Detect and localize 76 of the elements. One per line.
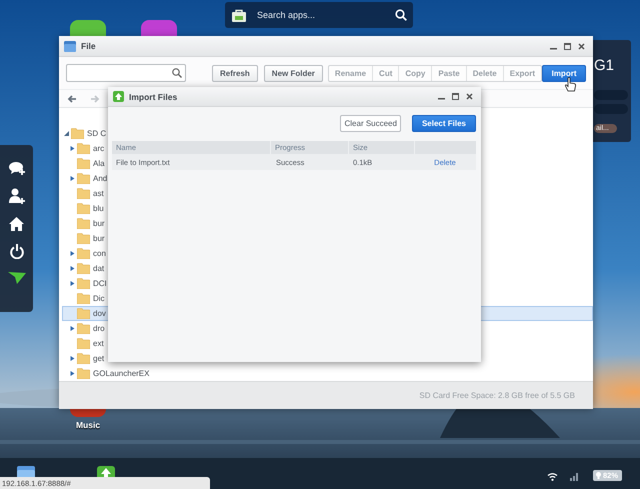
folder-icon (77, 338, 90, 349)
toolbar-button[interactable]: Import (542, 64, 586, 82)
tree-item-label[interactable]: Dic (93, 294, 105, 303)
upload-icon (113, 91, 124, 102)
panel-title: G1 (594, 57, 614, 74)
status-text: SD Card Free Space: 2.8 GB free of 5.5 GB (419, 391, 575, 400)
expand-arrow-icon[interactable] (70, 146, 75, 151)
expand-arrow-icon[interactable] (70, 356, 75, 361)
folder-icon (77, 203, 90, 214)
shopping-bag-icon (232, 8, 246, 22)
tree-item-label[interactable]: ast (93, 189, 104, 198)
panel-bar (594, 104, 628, 114)
signal-icon (570, 471, 580, 481)
app-label[interactable]: Music (60, 420, 116, 430)
folder-icon (77, 233, 90, 244)
tree-item-label[interactable]: dro (93, 324, 105, 333)
folder-icon (64, 40, 76, 52)
wifi-icon (547, 472, 558, 481)
tree-item-label[interactable]: blu (93, 204, 104, 213)
folder-icon (77, 143, 90, 154)
expand-arrow-icon[interactable] (70, 176, 75, 181)
tree-item-label[interactable]: dat (93, 264, 104, 273)
folder-icon (77, 263, 90, 274)
home-icon[interactable] (9, 217, 24, 231)
tree-item-label[interactable]: ext (93, 339, 104, 348)
folder-icon (77, 278, 90, 289)
folder-icon (77, 188, 90, 199)
folder-icon (77, 323, 90, 334)
expand-arrow-icon[interactable] (70, 266, 75, 271)
close-icon[interactable] (578, 42, 585, 50)
chat-plus-icon[interactable] (8, 161, 24, 175)
tree-item-label[interactable]: arc (93, 144, 104, 153)
tree-item-label[interactable]: con (93, 249, 106, 258)
folder-icon (77, 353, 90, 364)
folder-icon (77, 293, 90, 304)
folder-icon (77, 158, 90, 169)
dialog-title: Import Files (129, 92, 178, 102)
toolbar-button[interactable]: Refresh (212, 64, 258, 82)
paper-plane-icon[interactable] (8, 272, 26, 284)
search-field[interactable] (66, 64, 186, 82)
expand-arrow-icon[interactable] (70, 281, 75, 286)
tree-item-label[interactable]: dov (93, 309, 106, 318)
expand-arrow-icon[interactable] (64, 131, 69, 136)
folder-icon (77, 248, 90, 259)
folder-icon (71, 128, 84, 139)
expand-arrow-icon[interactable] (70, 251, 75, 256)
tree-item-label[interactable]: GOLauncherEX (93, 369, 150, 378)
folder-icon (77, 368, 90, 379)
search-field[interactable]: Search apps... (257, 10, 384, 20)
folder-icon (77, 308, 90, 319)
power-icon[interactable] (10, 244, 24, 259)
folder-icon (77, 173, 90, 184)
dialog-button[interactable]: Select Files (412, 115, 476, 132)
close-icon[interactable] (466, 93, 473, 100)
tree-item-label[interactable]: Ala (93, 159, 105, 168)
expand-arrow-icon[interactable] (70, 326, 75, 331)
dialog-button[interactable]: Clear Succeed (340, 115, 401, 132)
panel-bar (594, 90, 628, 100)
add-user-icon[interactable] (8, 188, 24, 204)
tree-item-label[interactable]: get (93, 354, 104, 363)
expand-arrow-icon[interactable] (70, 371, 75, 376)
app-icon[interactable] (70, 20, 106, 36)
tree-item-label[interactable]: And (93, 174, 108, 183)
maximize-icon[interactable] (452, 93, 459, 100)
maximize-icon[interactable] (564, 42, 571, 50)
window-title: File (81, 41, 96, 51)
tree-item-label[interactable]: DCI (93, 279, 107, 288)
bulb-icon (596, 472, 601, 479)
toolbar-button[interactable]: New Folder (264, 64, 323, 82)
tree-item-label[interactable]: bur (93, 234, 105, 243)
search-bar[interactable]: Search apps... (225, 2, 413, 28)
tree-item-label[interactable]: SD C (87, 129, 106, 138)
folder-icon (77, 218, 90, 229)
search-icon[interactable] (395, 9, 407, 21)
back-arrow-icon[interactable] (67, 94, 77, 102)
tree-item-label[interactable]: bur (93, 219, 105, 228)
